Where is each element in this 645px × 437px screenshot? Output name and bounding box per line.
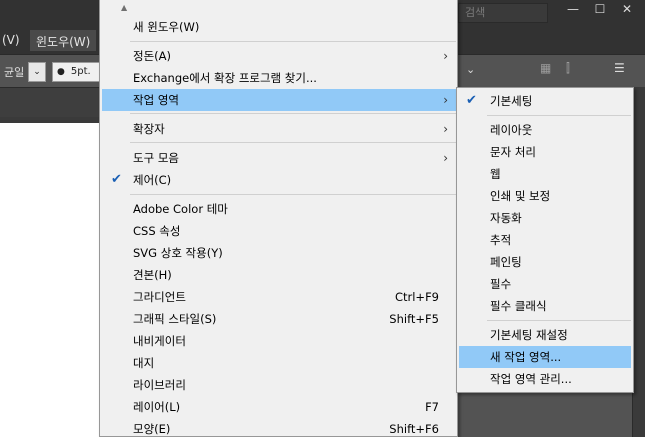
chevron-down-icon: ⌄ xyxy=(33,67,41,77)
menu-item-shortcut: Shift+F5 xyxy=(389,312,439,326)
menubar-item-window[interactable]: 윈도우(W) xyxy=(36,33,90,50)
menu-item-navigator[interactable]: 내비게이터 xyxy=(102,330,457,352)
submenu-item-label: 자동화 xyxy=(490,211,522,225)
submenu-item-essentials[interactable]: 필수 xyxy=(459,273,631,295)
uniform-label: 균일 xyxy=(4,66,25,79)
chevron-right-icon: › xyxy=(443,122,448,136)
menu-item-control[interactable]: ✔ 제어(C) xyxy=(102,169,457,191)
menu-item-adobe-color-themes[interactable]: Adobe Color 테마 xyxy=(102,198,457,220)
menu-item-layers[interactable]: 레이어(L) F7 xyxy=(102,396,457,418)
menu-item-swatches[interactable]: 견본(H) xyxy=(102,264,457,286)
menu-item-gradient[interactable]: 그라디언트 Ctrl+F9 xyxy=(102,286,457,308)
menu-item-label: 라이브러리 xyxy=(133,378,186,392)
list-menu-icon[interactable]: ☰ xyxy=(614,61,625,75)
minimize-button[interactable]: — xyxy=(560,0,586,18)
search-input[interactable]: 검색 xyxy=(458,3,548,23)
menu-item-label: 그래픽 스타일(S) xyxy=(133,312,217,326)
scroll-up-icon[interactable]: ▲ xyxy=(121,3,127,12)
submenu-item-label: 기본세팅 xyxy=(490,94,533,108)
menu-item-shortcut: Ctrl+F9 xyxy=(394,290,439,304)
menu-item-label: 도구 모음 xyxy=(133,151,179,165)
submenu-item-label: 웹 xyxy=(490,167,501,181)
profile-dropdown[interactable]: ⌄ xyxy=(28,62,46,82)
chevron-right-icon: › xyxy=(443,151,448,165)
menu-item-label: Adobe Color 테마 xyxy=(133,202,228,216)
submenu-item-typography[interactable]: 문자 처리 xyxy=(459,141,631,163)
submenu-item-label: 작업 영역 관리... xyxy=(490,372,572,386)
checkmark-icon: ✔ xyxy=(111,172,122,187)
maximize-button[interactable]: ☐ xyxy=(587,0,613,18)
menu-item-css-properties[interactable]: CSS 속성 xyxy=(102,220,457,242)
menu-separator xyxy=(487,115,631,116)
menu-item-label: 그라디언트 xyxy=(133,290,186,304)
menu-separator xyxy=(487,320,631,321)
submenu-item-new-workspace[interactable]: 새 작업 영역... xyxy=(459,346,631,368)
menu-separator xyxy=(130,113,456,114)
menu-item-label: 새 윈도우(W) xyxy=(133,20,200,34)
menubar-item-view[interactable]: (V) xyxy=(2,33,20,47)
menu-separator xyxy=(130,41,456,42)
align-icon[interactable]: ⫿ xyxy=(566,61,570,76)
submenu-item-label: 인쇄 및 보정 xyxy=(490,189,551,203)
submenu-item-web[interactable]: 웹 xyxy=(459,163,631,185)
menu-item-shortcut: Shift+F6 xyxy=(389,422,439,436)
submenu-item-layout[interactable]: 레이아웃 xyxy=(459,119,631,141)
menu-item-workspace[interactable]: 작업 영역 › xyxy=(102,89,457,111)
menu-item-label: 레이어(L) xyxy=(133,400,181,414)
submenu-item-label: 문자 처리 xyxy=(490,145,536,159)
menu-item-extensions[interactable]: 확장자 › xyxy=(102,118,457,140)
menu-separator xyxy=(130,142,456,143)
menu-item-label: Exchange에서 확장 프로그램 찾기... xyxy=(133,71,317,85)
submenu-item-label: 레이아웃 xyxy=(490,123,533,137)
menu-item-new-window[interactable]: 새 윈도우(W) xyxy=(102,16,457,38)
workspace-submenu: ✔ 기본세팅 레이아웃 문자 처리 웹 인쇄 및 보정 자동화 추적 페인팅 필… xyxy=(456,87,634,393)
menu-item-label: 제어(C) xyxy=(133,173,172,187)
submenu-item-manage-workspaces[interactable]: 작업 영역 관리... xyxy=(459,368,631,390)
menu-separator xyxy=(130,194,456,195)
menu-item-libraries[interactable]: 라이브러리 xyxy=(102,374,457,396)
submenu-item-essentials-default[interactable]: ✔ 기본세팅 xyxy=(459,90,631,112)
stroke-weight-value: 5pt. xyxy=(70,66,91,77)
submenu-item-label: 필수 클래식 xyxy=(490,299,547,313)
submenu-item-tracing[interactable]: 추적 xyxy=(459,229,631,251)
brush-dot-icon: ● xyxy=(57,67,65,77)
submenu-item-automation[interactable]: 자동화 xyxy=(459,207,631,229)
menu-item-label: 내비게이터 xyxy=(133,334,186,348)
checkmark-icon: ✔ xyxy=(466,93,477,108)
menu-item-appearance[interactable]: 모양(E) Shift+F6 xyxy=(102,418,457,437)
submenu-item-reset-essentials[interactable]: 기본세팅 재설정 xyxy=(459,324,631,346)
menu-item-shortcut: F7 xyxy=(425,400,439,414)
artboard-canvas[interactable] xyxy=(0,117,100,437)
chevron-right-icon: › xyxy=(443,49,448,63)
menu-item-graphic-styles[interactable]: 그래픽 스타일(S) Shift+F5 xyxy=(102,308,457,330)
submenu-item-essentials-classic[interactable]: 필수 클래식 xyxy=(459,295,631,317)
window-menu: ▲ 새 윈도우(W) 정돈(A) › Exchange에서 확장 프로그램 찾기… xyxy=(99,0,458,437)
menu-item-label: 견본(H) xyxy=(133,268,172,282)
menu-item-arrange[interactable]: 정돈(A) › xyxy=(102,45,457,67)
close-button[interactable]: ✕ xyxy=(614,0,640,18)
menu-item-svg-interactivity[interactable]: SVG 상호 작용(Y) xyxy=(102,242,457,264)
menu-item-label: 정돈(A) xyxy=(133,49,171,63)
submenu-item-label: 페인팅 xyxy=(490,255,522,269)
menu-item-find-extensions[interactable]: Exchange에서 확장 프로그램 찾기... xyxy=(102,67,457,89)
menu-item-label: 작업 영역 xyxy=(133,93,179,107)
menu-item-label: 확장자 xyxy=(133,122,165,136)
menu-item-toolbars[interactable]: 도구 모음 › xyxy=(102,147,457,169)
grid-icon[interactable]: ▦ xyxy=(540,61,551,75)
chevron-down-icon[interactable]: ⌄ xyxy=(466,63,475,76)
stroke-weight-field[interactable]: ● 5pt. xyxy=(52,62,102,82)
submenu-item-printing-proofing[interactable]: 인쇄 및 보정 xyxy=(459,185,631,207)
chevron-right-icon: › xyxy=(443,93,448,107)
menu-item-label: 모양(E) xyxy=(133,422,171,436)
menu-item-label: CSS 속성 xyxy=(133,224,181,238)
submenu-item-painting[interactable]: 페인팅 xyxy=(459,251,631,273)
menu-item-label: 대지 xyxy=(133,356,155,370)
submenu-item-label: 추적 xyxy=(490,233,512,247)
submenu-item-label: 필수 xyxy=(490,277,512,291)
submenu-item-label: 기본세팅 재설정 xyxy=(490,328,568,342)
submenu-item-label: 새 작업 영역... xyxy=(490,350,562,364)
menu-item-artboards[interactable]: 대지 xyxy=(102,352,457,374)
menu-item-label: SVG 상호 작용(Y) xyxy=(133,246,223,260)
